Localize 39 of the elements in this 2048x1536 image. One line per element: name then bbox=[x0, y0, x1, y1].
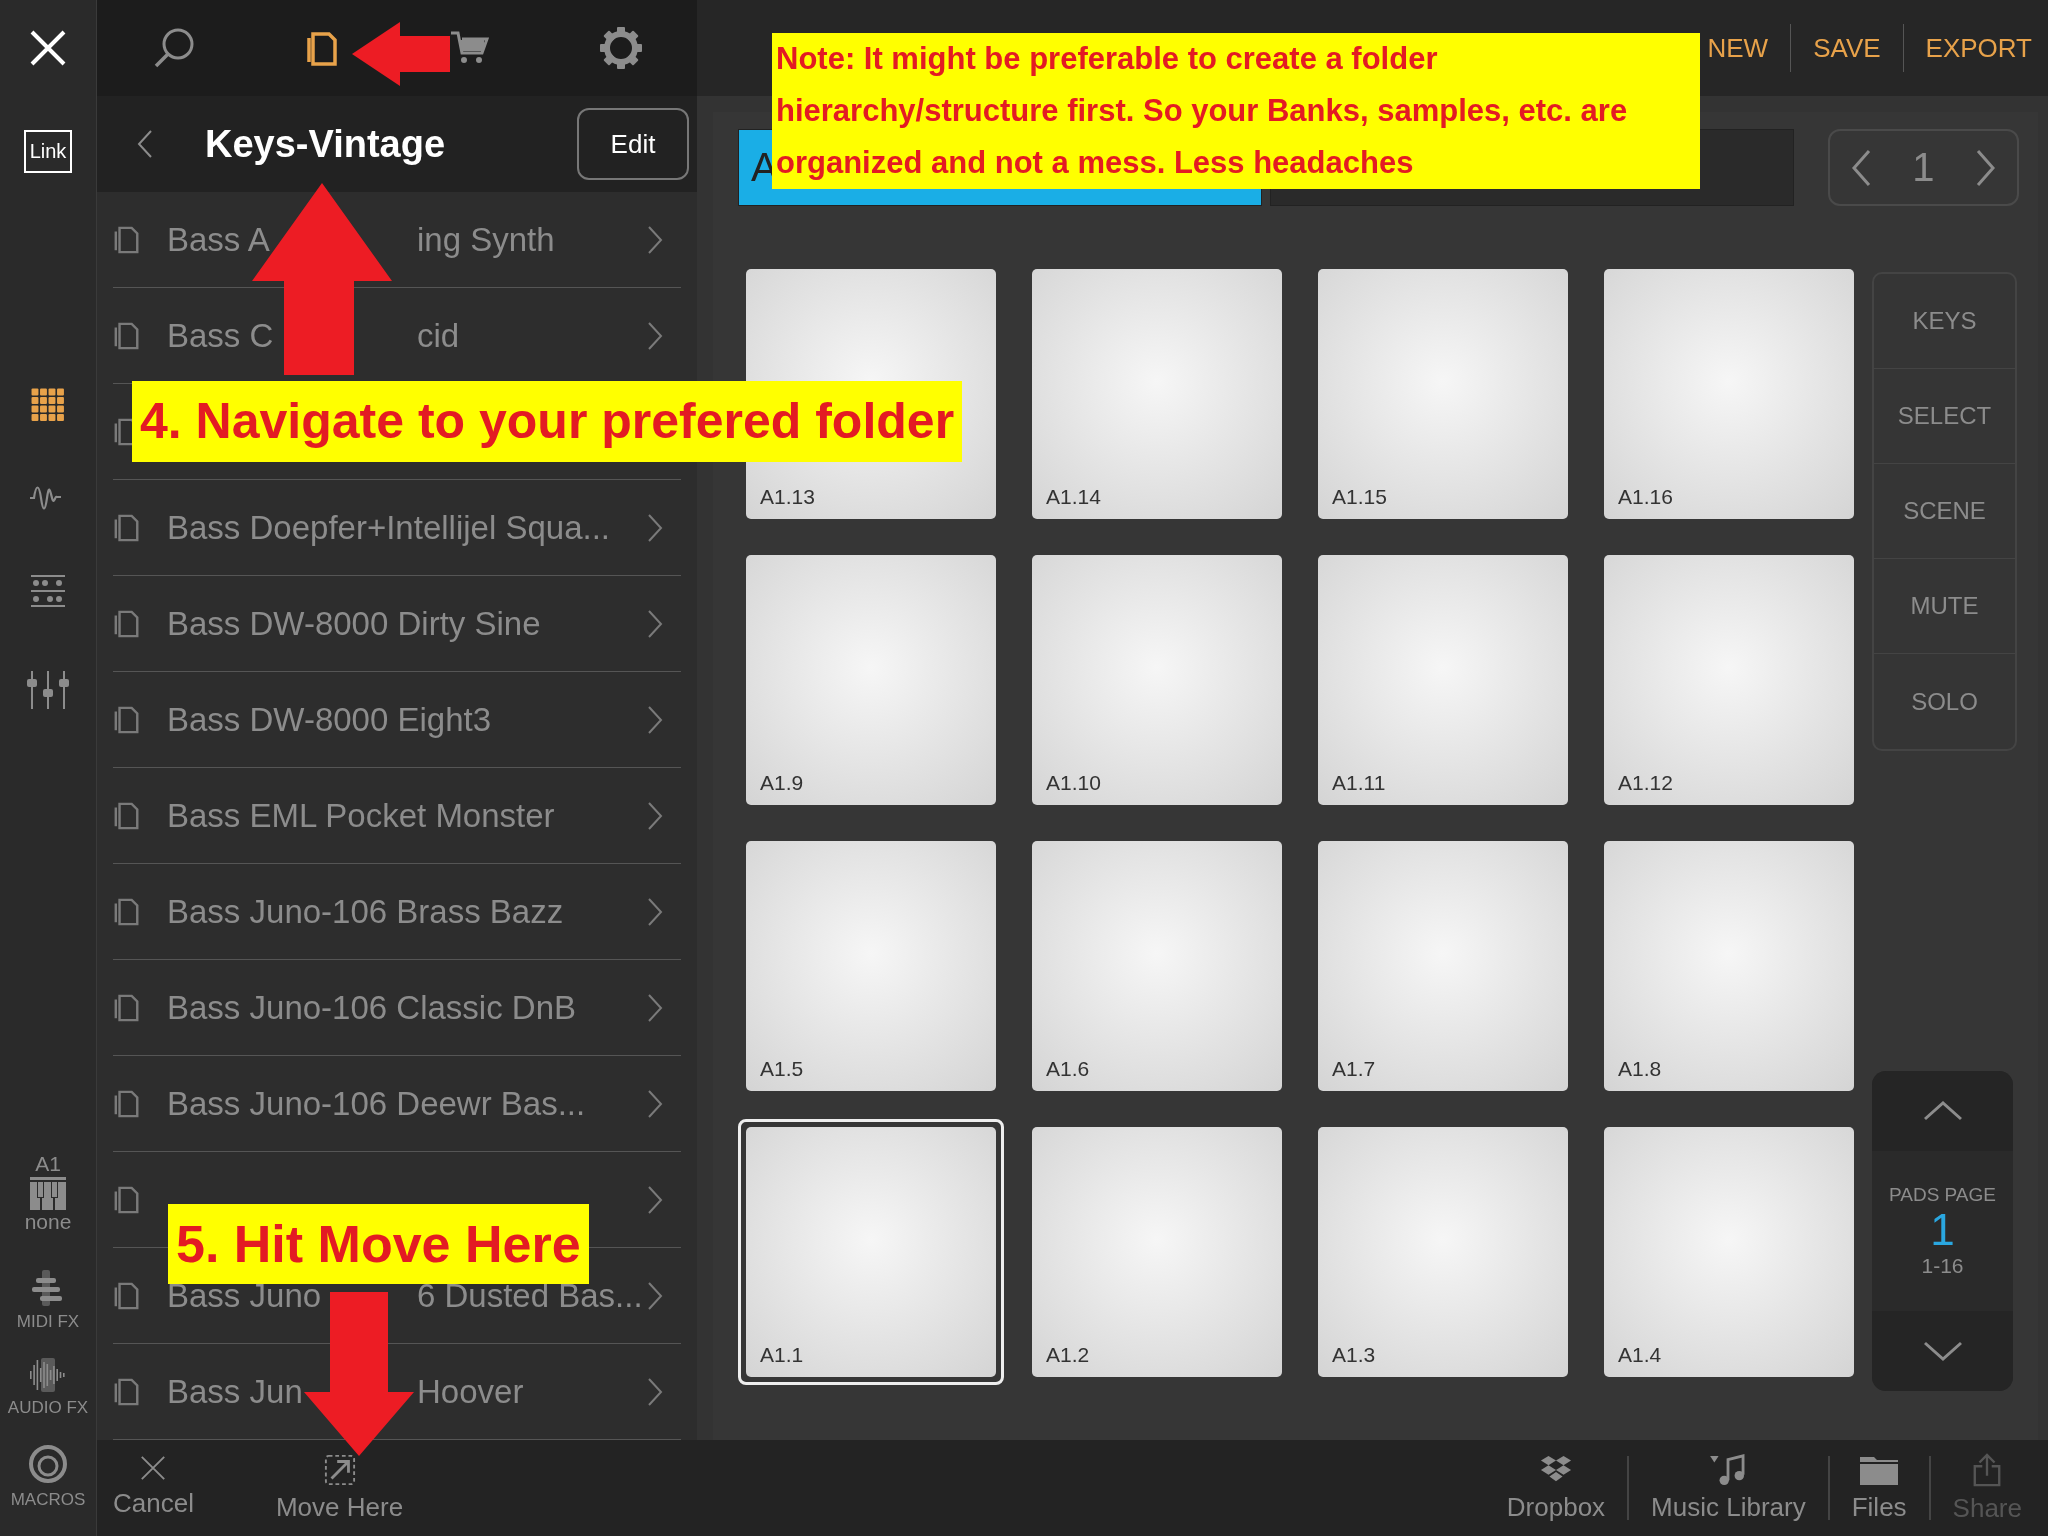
pad-label: A1.16 bbox=[1618, 485, 1673, 509]
step-tooltip: 4. Navigate to your prefered folder bbox=[132, 381, 963, 462]
pads-page-label: PADS PAGE bbox=[1889, 1183, 1996, 1206]
folder-name: ing Synth bbox=[417, 220, 556, 259]
pad-label: A1.4 bbox=[1618, 1343, 1662, 1367]
folder-name: Bass DW-8000 Eight3 bbox=[167, 700, 492, 739]
pad-label: A1.9 bbox=[760, 771, 804, 795]
folder-name: Hoover bbox=[417, 1372, 525, 1411]
pad-label: A1.8 bbox=[1618, 1057, 1662, 1081]
folder-name: Bass Juno-106 Brass Bazz bbox=[167, 892, 564, 931]
pad-label: A1.3 bbox=[1332, 1343, 1376, 1367]
folder-name: Bass DW-8000 Dirty Sine bbox=[167, 604, 541, 643]
pad-label: A1.5 bbox=[760, 1057, 804, 1081]
pad-label: A1.7 bbox=[1332, 1057, 1376, 1081]
folder-name: Bass C bbox=[167, 316, 275, 355]
folder-name: Bass Jun bbox=[167, 1372, 304, 1411]
pad-label: A1.6 bbox=[1046, 1057, 1090, 1081]
folder-title: Keys-Vintage bbox=[205, 122, 447, 166]
pad-label: A1.10 bbox=[1046, 771, 1101, 795]
folder-name: Bass Doepfer+Intellijel Squa... bbox=[167, 508, 610, 547]
pad-label: A1.2 bbox=[1046, 1343, 1090, 1367]
pad-label: A1.14 bbox=[1046, 485, 1101, 509]
instrument-label: none bbox=[24, 1210, 72, 1234]
pads-range: 1-16 bbox=[1921, 1254, 1964, 1279]
step-tooltip: 5. Hit Move Here bbox=[168, 1204, 589, 1284]
folder-name: Bass Juno-106 Classic DnB bbox=[167, 988, 577, 1027]
pad-label: A1.12 bbox=[1618, 771, 1673, 795]
track-name: A1 bbox=[35, 1152, 61, 1176]
folder-name: Bass EML Pocket Monster bbox=[167, 796, 555, 835]
pad-label: A1.13 bbox=[760, 485, 815, 509]
folder-name: Bass Juno-106 Deewr Bas... bbox=[167, 1084, 586, 1123]
pad-label: A1.1 bbox=[760, 1343, 804, 1367]
folder-name: Bass A bbox=[167, 220, 271, 259]
pads-page-number: 1 bbox=[1930, 1205, 1955, 1255]
pad-label: A1.11 bbox=[1332, 771, 1386, 795]
pad-label: A1.15 bbox=[1332, 485, 1387, 509]
bank-page-number: 1 bbox=[1912, 145, 1935, 190]
note-tooltip: Note: It might be preferable to create a folder hierarchy/structure first. So your Banks, samples, etc. are organized and not a mess. Less headaches bbox=[772, 33, 1700, 189]
folder-name: cid bbox=[417, 316, 461, 355]
